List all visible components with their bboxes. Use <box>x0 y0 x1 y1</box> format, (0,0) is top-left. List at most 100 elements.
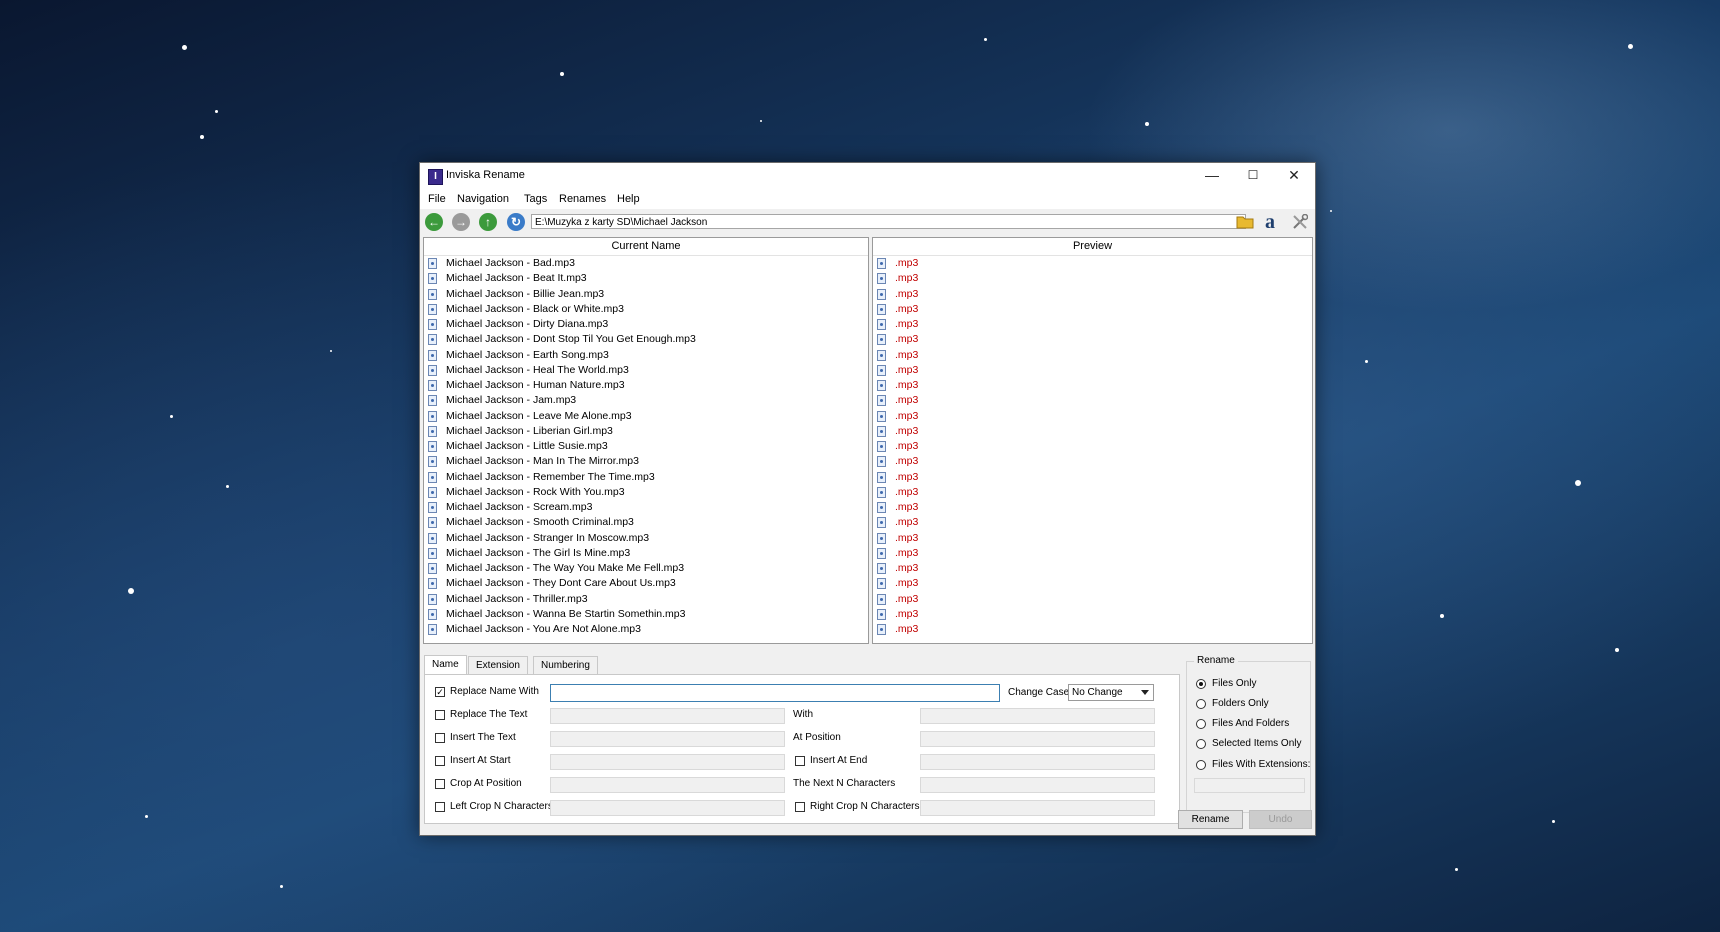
file-row[interactable]: Michael Jackson - Little Susie.mp3 <box>424 439 868 454</box>
file-row[interactable]: .mp3 <box>873 576 1312 591</box>
menu-navigation[interactable]: Navigation <box>457 193 509 205</box>
files-only-radio[interactable] <box>1196 679 1206 689</box>
file-row[interactable]: .mp3 <box>873 622 1312 637</box>
right-crop-input[interactable] <box>920 800 1155 816</box>
file-row[interactable]: Michael Jackson - Dont Stop Til You Get … <box>424 332 868 347</box>
tab-numbering[interactable]: Numbering <box>533 656 598 674</box>
current-name-panel[interactable]: Current Name Michael Jackson - Bad.mp3 Mi… <box>423 237 869 644</box>
file-row[interactable]: .mp3 <box>873 515 1312 530</box>
file-row[interactable]: .mp3 <box>873 363 1312 378</box>
maximize-button[interactable]: ☐ <box>1233 163 1273 189</box>
file-row[interactable]: .mp3 <box>873 500 1312 515</box>
replace-the-text-checkbox[interactable] <box>435 710 445 720</box>
with-input[interactable] <box>920 708 1155 724</box>
file-row[interactable]: .mp3 <box>873 470 1312 485</box>
file-row[interactable]: .mp3 <box>873 607 1312 622</box>
rename-button[interactable]: Rename <box>1178 810 1243 829</box>
file-row[interactable]: .mp3 <box>873 332 1312 347</box>
folders-only-radio[interactable] <box>1196 699 1206 709</box>
insert-at-start-checkbox[interactable] <box>435 756 445 766</box>
next-n-characters-input[interactable] <box>920 777 1155 793</box>
file-row[interactable]: Michael Jackson - Black or White.mp3 <box>424 302 868 317</box>
back-arrow-icon[interactable]: ← <box>425 213 443 231</box>
refresh-icon[interactable]: ↻ <box>507 213 525 231</box>
file-row[interactable]: Michael Jackson - Human Nature.mp3 <box>424 378 868 393</box>
file-row[interactable]: Michael Jackson - Jam.mp3 <box>424 393 868 408</box>
file-row[interactable]: Michael Jackson - Billie Jean.mp3 <box>424 287 868 302</box>
replace-name-with-input[interactable] <box>550 684 1000 702</box>
file-row[interactable]: Michael Jackson - Smooth Criminal.mp3 <box>424 515 868 530</box>
menu-tags[interactable]: Tags <box>524 193 547 205</box>
selected-items-only-radio[interactable] <box>1196 739 1206 749</box>
file-row[interactable]: .mp3 <box>873 287 1312 302</box>
forward-arrow-icon[interactable]: → <box>452 213 470 231</box>
path-field[interactable]: E:\Muzyka z karty SD\Michael Jackson <box>531 214 1246 229</box>
file-row[interactable]: Michael Jackson - Remember The Time.mp3 <box>424 470 868 485</box>
minimize-button[interactable]: — <box>1192 163 1232 189</box>
tab-name[interactable]: Name <box>424 655 467 675</box>
left-crop-input[interactable] <box>550 800 785 816</box>
file-row[interactable]: .mp3 <box>873 485 1312 500</box>
current-name-header[interactable]: Current Name <box>424 238 868 256</box>
title-bar[interactable]: I Inviska Rename — ☐ ✕ <box>420 163 1315 189</box>
menu-file[interactable]: File <box>428 193 446 205</box>
insert-the-text-input[interactable] <box>550 731 785 747</box>
right-crop-checkbox[interactable] <box>795 802 805 812</box>
replace-the-text-input[interactable] <box>550 708 785 724</box>
undo-button[interactable]: Undo <box>1249 810 1312 829</box>
preview-panel[interactable]: Preview .mp3 .mp3 .mp3 .mp3 .mp3 .mp3 .mp3 .mp3… <box>872 237 1313 644</box>
change-case-select[interactable]: No Change <box>1068 684 1154 701</box>
extensions-input[interactable] <box>1194 778 1305 793</box>
file-row[interactable]: .mp3 <box>873 378 1312 393</box>
file-row[interactable]: .mp3 <box>873 393 1312 408</box>
crop-at-position-input[interactable] <box>550 777 785 793</box>
up-arrow-icon[interactable]: ↑ <box>479 213 497 231</box>
file-row[interactable]: .mp3 <box>873 348 1312 363</box>
file-row[interactable]: Michael Jackson - Heal The World.mp3 <box>424 363 868 378</box>
replace-name-with-checkbox[interactable]: ✓ <box>435 687 445 697</box>
file-row[interactable]: .mp3 <box>873 592 1312 607</box>
menu-renames[interactable]: Renames <box>559 193 606 205</box>
insert-at-start-input[interactable] <box>550 754 785 770</box>
files-with-extensions-radio[interactable] <box>1196 760 1206 770</box>
file-row[interactable]: .mp3 <box>873 531 1312 546</box>
file-row[interactable]: Michael Jackson - Beat It.mp3 <box>424 271 868 286</box>
file-row[interactable]: Michael Jackson - Thriller.mp3 <box>424 592 868 607</box>
tab-extension[interactable]: Extension <box>468 656 528 674</box>
close-button[interactable]: ✕ <box>1274 163 1314 189</box>
file-row[interactable]: Michael Jackson - Scream.mp3 <box>424 500 868 515</box>
file-row[interactable]: Michael Jackson - Dirty Diana.mp3 <box>424 317 868 332</box>
file-row[interactable]: Michael Jackson - Wanna Be Startin Somet… <box>424 607 868 622</box>
file-row[interactable]: .mp3 <box>873 439 1312 454</box>
amazon-icon[interactable]: a <box>1265 212 1283 232</box>
open-folder-icon[interactable] <box>1236 215 1255 229</box>
file-row[interactable]: Michael Jackson - Bad.mp3 <box>424 256 868 271</box>
file-row[interactable]: .mp3 <box>873 546 1312 561</box>
tools-icon[interactable] <box>1292 213 1309 230</box>
crop-at-position-checkbox[interactable] <box>435 779 445 789</box>
insert-the-text-checkbox[interactable] <box>435 733 445 743</box>
insert-at-end-checkbox[interactable] <box>795 756 805 766</box>
file-row[interactable]: Michael Jackson - Stranger In Moscow.mp3 <box>424 531 868 546</box>
file-row[interactable]: Michael Jackson - Rock With You.mp3 <box>424 485 868 500</box>
left-crop-checkbox[interactable] <box>435 802 445 812</box>
file-row[interactable]: Michael Jackson - Earth Song.mp3 <box>424 348 868 363</box>
file-row[interactable]: .mp3 <box>873 256 1312 271</box>
file-row[interactable]: .mp3 <box>873 409 1312 424</box>
file-row[interactable]: .mp3 <box>873 424 1312 439</box>
files-and-folders-radio[interactable] <box>1196 719 1206 729</box>
insert-at-end-input[interactable] <box>920 754 1155 770</box>
file-row[interactable]: .mp3 <box>873 317 1312 332</box>
file-row[interactable]: Michael Jackson - They Dont Care About U… <box>424 576 868 591</box>
file-row[interactable]: Michael Jackson - The Way You Make Me Fe… <box>424 561 868 576</box>
file-row[interactable]: Michael Jackson - You Are Not Alone.mp3 <box>424 622 868 637</box>
menu-help[interactable]: Help <box>617 193 640 205</box>
preview-header[interactable]: Preview <box>873 238 1312 256</box>
file-row[interactable]: Michael Jackson - Man In The Mirror.mp3 <box>424 454 868 469</box>
file-row[interactable]: Michael Jackson - Liberian Girl.mp3 <box>424 424 868 439</box>
file-row[interactable]: Michael Jackson - The Girl Is Mine.mp3 <box>424 546 868 561</box>
file-row[interactable]: Michael Jackson - Leave Me Alone.mp3 <box>424 409 868 424</box>
file-row[interactable]: .mp3 <box>873 271 1312 286</box>
at-position-input[interactable] <box>920 731 1155 747</box>
file-row[interactable]: .mp3 <box>873 302 1312 317</box>
